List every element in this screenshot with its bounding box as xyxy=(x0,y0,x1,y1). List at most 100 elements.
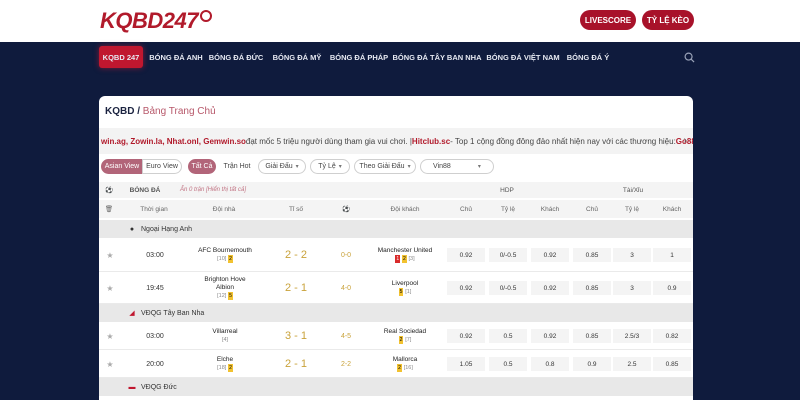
match-time: 03:00 xyxy=(146,251,164,259)
away-team[interactable]: Liverpool 5 [1] xyxy=(373,274,437,302)
search-icon[interactable] xyxy=(684,52,695,63)
home-team[interactable]: Brighton Hove Albion [12] 5 xyxy=(197,274,253,302)
odds-cell[interactable]: 0.9 xyxy=(573,357,611,371)
breadcrumb-root[interactable]: KQBD xyxy=(105,106,134,117)
favorite-star-icon[interactable]: ★ xyxy=(105,238,115,272)
odds-cell[interactable]: 0.85 xyxy=(573,329,611,343)
league-flag-icon: ◢ xyxy=(129,310,135,317)
bookmaker-dropdown[interactable]: Vin88 ▾ xyxy=(420,159,494,174)
half-time-icon: ⚽ xyxy=(341,206,351,213)
half-time-score: 2-2 xyxy=(340,360,352,368)
euro-view-toggle[interactable]: Euro View xyxy=(142,159,182,174)
match-score[interactable]: 2 - 1 xyxy=(271,350,321,378)
league-dropdown[interactable]: Giải Đấu ▾ xyxy=(258,159,306,174)
home-team[interactable]: Elche [18] 2 xyxy=(197,352,253,376)
show-all-link[interactable]: Ẩn 0 trận [Hiển thị tất cả] xyxy=(163,182,263,198)
odds-cell[interactable]: 2.5/3 xyxy=(613,329,651,343)
table-header-top: ⚽ BÓNG ĐÁ Ẩn 0 trận [Hiển thị tất cả] HD… xyxy=(99,182,693,198)
favorite-star-icon[interactable]: ★ xyxy=(105,350,115,378)
breadcrumb-current: Bảng Trang Chủ xyxy=(142,106,216,117)
filter-all[interactable]: Tất Cả xyxy=(188,159,216,174)
odds-cell[interactable]: 0.85 xyxy=(653,357,691,371)
trash-icon[interactable]: 🗑 xyxy=(103,200,115,218)
breadcrumb: KQBD / Bảng Trang Chủ xyxy=(105,106,216,117)
filter-hot[interactable]: Trận Hot xyxy=(219,159,255,174)
nav-item-bong-da-y[interactable]: BÓNG ĐÁ Ý xyxy=(567,46,610,68)
odds-cell[interactable]: 0/-0.5 xyxy=(489,281,527,295)
match-row[interactable]: ★ 03:00 AFC Bournemouth [10] 2 2 - 2 0-0… xyxy=(99,238,693,272)
nav-item-bong-da-tay-ban-nha[interactable]: BÓNG ĐÁ TÂY BAN NHA xyxy=(392,46,481,68)
favorite-star-icon[interactable]: ★ xyxy=(105,322,115,350)
nav-item-bong-da-my[interactable]: BÓNG ĐÁ MỸ xyxy=(272,46,322,68)
odds-cell[interactable]: 0.85 xyxy=(573,281,611,295)
odds-cell[interactable]: 0.92 xyxy=(531,329,569,343)
col-hdp-home: Chủ xyxy=(460,205,472,213)
odds-cell[interactable]: 0.82 xyxy=(653,329,691,343)
nav-item-bong-da-anh[interactable]: BÓNG ĐÁ ANH xyxy=(149,46,203,68)
odds-cell[interactable]: 0/-0.5 xyxy=(489,248,527,262)
half-time-score: 0-0 xyxy=(340,251,352,259)
away-team[interactable]: Manchester United 1 2 [3] xyxy=(373,241,437,269)
odds-cell[interactable]: 3 xyxy=(613,281,651,295)
nav-item-bong-da-phap[interactable]: BÓNG ĐÁ PHÁP xyxy=(330,46,388,68)
odds-cell[interactable]: 1 xyxy=(653,248,691,262)
match-score[interactable]: 2 - 1 xyxy=(271,272,321,304)
league-name: VĐQG Tây Ban Nha xyxy=(141,309,205,317)
home-team[interactable]: AFC Bournemouth [10] 2 xyxy=(197,241,253,269)
league-row[interactable]: ▬ VĐQG Đức xyxy=(99,378,693,396)
sport-label: BÓNG ĐÁ xyxy=(129,186,161,194)
odds-cell[interactable]: 0.92 xyxy=(531,248,569,262)
chevron-down-icon: ▾ xyxy=(338,164,342,170)
ticker-next-icon[interactable]: › xyxy=(684,135,687,146)
odds-cell[interactable]: 0.5 xyxy=(489,357,527,371)
match-row[interactable]: ★ 03:00 Villarreal [4] 3 - 1 4-5 Real So… xyxy=(99,322,693,350)
league-row[interactable]: ◢ VĐQG Tây Ban Nha xyxy=(99,304,693,322)
site-logo[interactable]: KQBD247 xyxy=(100,8,212,34)
away-team[interactable]: Real Sociedad 2 [7] xyxy=(373,324,437,348)
top-header: KQBD247 LIVESCORE TỶ LỆ KÈO xyxy=(0,0,800,42)
hdp-header: HDP xyxy=(500,186,514,194)
odds-cell[interactable]: 0.92 xyxy=(447,329,485,343)
nav-item-kqbd247[interactable]: KQBD 247 xyxy=(99,46,143,68)
match-score[interactable]: 3 - 1 xyxy=(271,322,321,350)
chevron-down-icon: ▾ xyxy=(295,164,299,170)
nav-item-bong-da-viet-nam[interactable]: BÓNG ĐÁ VIỆT NAM xyxy=(486,46,559,68)
filter-bar: Asian View Euro View Tất Cả Trận Hot Giả… xyxy=(99,154,693,178)
odds-cell[interactable]: 0.92 xyxy=(447,248,485,262)
odds-button[interactable]: TỶ LỆ KÈO xyxy=(642,10,694,30)
col-score: Tỉ số xyxy=(288,205,304,213)
odds-cell[interactable]: 2.5 xyxy=(613,357,651,371)
league-row[interactable]: ● Ngoại Hạng Anh xyxy=(99,220,693,238)
odds-cell[interactable]: 0.92 xyxy=(447,281,485,295)
home-team[interactable]: Villarreal [4] xyxy=(197,324,253,348)
asian-view-toggle[interactable]: Asian View xyxy=(101,159,143,174)
match-time: 19:45 xyxy=(146,284,164,292)
odds-cell[interactable]: 0.9 xyxy=(653,281,691,295)
nav-item-bong-da-duc[interactable]: BÓNG ĐÁ ĐỨC xyxy=(208,46,264,68)
league-name: Ngoại Hạng Anh xyxy=(141,225,192,233)
news-ticker: win.ag, Zowin.la, Nhat.onl, Gemwin.so đạ… xyxy=(99,128,693,154)
livescore-button[interactable]: LIVESCORE xyxy=(580,10,636,30)
odds-cell[interactable]: 3 xyxy=(613,248,651,262)
match-row[interactable]: ★ 20:00 Elche [18] 2 2 - 1 2-2 Mallorca … xyxy=(99,350,693,378)
col-hdp-line: Tỷ lệ xyxy=(500,205,516,213)
odds-cell[interactable]: 0.8 xyxy=(531,357,569,371)
league-flag-icon: ● xyxy=(129,225,135,233)
odds-type-dropdown[interactable]: Tỷ Lệ ▾ xyxy=(310,159,350,174)
odds-cell[interactable]: 0.5 xyxy=(489,329,527,343)
col-ou-over: Chủ xyxy=(586,205,598,213)
match-score[interactable]: 2 - 2 xyxy=(271,238,321,272)
match-row[interactable]: ★ 19:45 Brighton Hove Albion [12] 5 2 - … xyxy=(99,272,693,304)
favorite-star-icon[interactable]: ★ xyxy=(105,272,115,304)
football-icon: ⚽ xyxy=(104,187,114,194)
sort-dropdown[interactable]: Theo Giải Đấu ▾ xyxy=(354,159,416,174)
odds-cell[interactable]: 0.85 xyxy=(573,248,611,262)
half-time-score: 4-0 xyxy=(340,284,352,292)
away-team[interactable]: Mallorca 2 [16] xyxy=(373,352,437,376)
taixiu-header: Tài/Xỉu xyxy=(622,186,644,194)
odds-cell[interactable]: 0.92 xyxy=(531,281,569,295)
match-time: 03:00 xyxy=(146,332,164,340)
results-panel: KQBD / Bảng Trang Chủ win.ag, Zowin.la, … xyxy=(99,96,693,400)
chevron-down-icon: ▾ xyxy=(477,164,481,170)
odds-cell[interactable]: 1.05 xyxy=(447,357,485,371)
